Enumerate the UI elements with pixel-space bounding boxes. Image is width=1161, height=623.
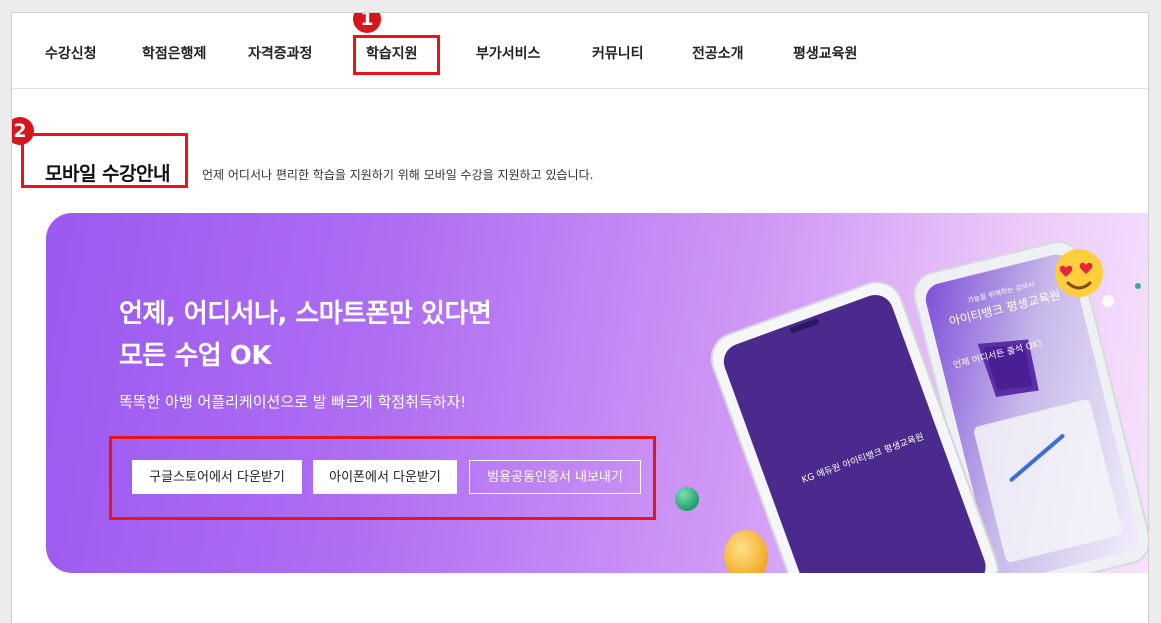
page: 수강신청 학점은행제 자격증과정 학습지원 부가서비스 커뮤니티 전공소개 평생… (11, 12, 1149, 623)
callout-box-learning-support (353, 35, 440, 75)
mobile-banner: 언제, 어디서나, 스마트폰만 있다면 모든 수업 OK 똑똑한 아뱅 어플리케… (46, 213, 1148, 573)
page-subtitle: 언제 어디서나 편리한 학습을 지원하기 위해 모바일 수강을 지원하고 있습니… (202, 168, 594, 182)
nav-item-course-registration[interactable]: 수강신청 (45, 43, 97, 63)
bubble-dot-icon (1102, 295, 1114, 307)
nav-item-community[interactable]: 커뮤니티 (592, 43, 644, 63)
lightbulb-icon (724, 530, 768, 573)
nav-item-lifelong-education[interactable]: 평생교육원 (793, 43, 857, 63)
page-title: 모바일 수강안내 (45, 163, 170, 185)
small-green-dot-icon (1135, 283, 1141, 289)
nav-item-credit-bank[interactable]: 학점은행제 (142, 43, 206, 63)
nav-item-extra-services[interactable]: 부가서비스 (476, 43, 540, 63)
emoji-heart-eyes-icon (1055, 249, 1103, 297)
green-sphere-icon (675, 487, 699, 511)
nav-item-majors[interactable]: 전공소개 (692, 43, 744, 63)
nav-item-certificate[interactable]: 자격증과정 (248, 43, 312, 63)
top-nav: 수강신청 학점은행제 자격증과정 학습지원 부가서비스 커뮤니티 전공소개 평생… (12, 13, 1148, 89)
phones-illustration: 가능을 위해하는 강의시 아이티뱅크 평생교육원 언제 어디서든 출석 OK! … (675, 240, 1148, 573)
